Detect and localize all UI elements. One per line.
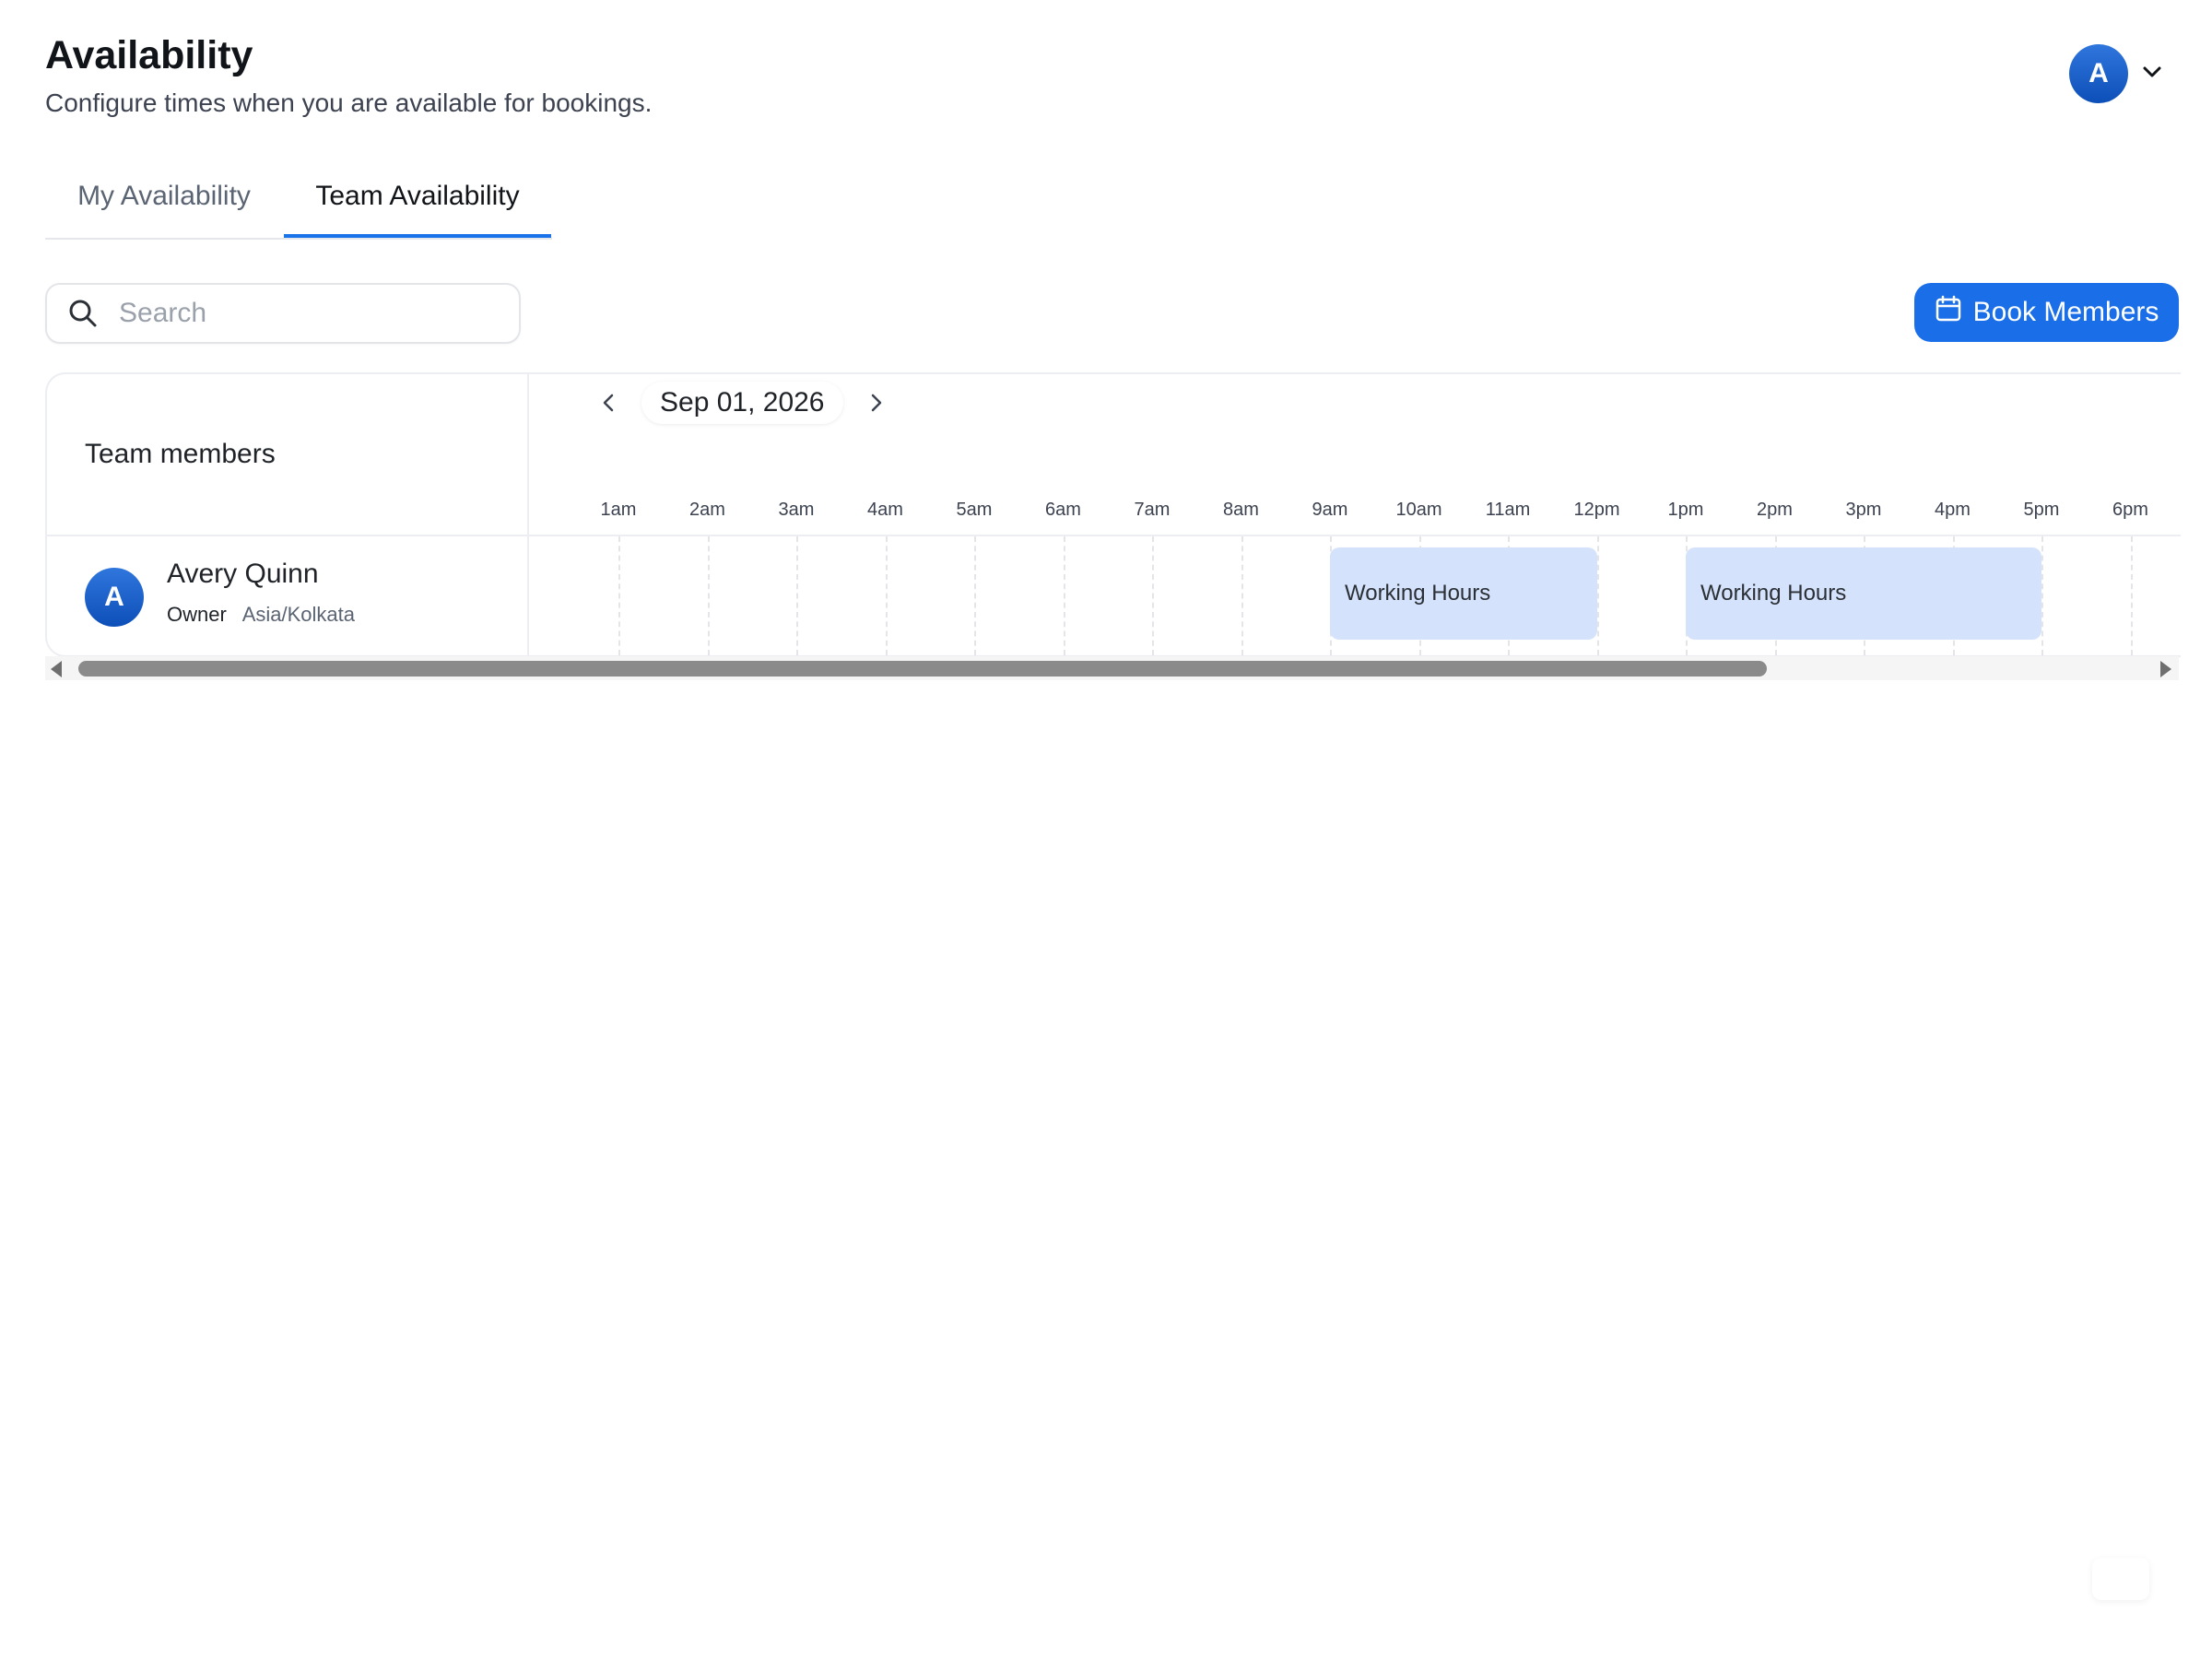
hour-label: 4am — [867, 500, 903, 520]
page-header: Availability Configure times when you ar… — [45, 28, 652, 120]
hour-gridline — [618, 536, 620, 655]
hour-label: 6am — [1045, 500, 1081, 520]
working-hours-block[interactable]: Working Hours — [1686, 547, 2041, 640]
hour-label: 6pm — [2112, 500, 2148, 520]
hour-label: 3am — [778, 500, 815, 520]
scroll-thumb[interactable] — [78, 661, 1767, 677]
members-header-label: Team members — [85, 439, 276, 469]
hour-gridline — [1241, 536, 1243, 655]
search-input[interactable] — [117, 297, 489, 330]
scroll-left-arrow-icon[interactable] — [51, 661, 62, 677]
page-subtitle: Configure times when you are available f… — [45, 88, 653, 117]
availability-grid: Team members A Avery Quinn Owner Asia/Ko… — [45, 372, 2181, 657]
hour-label: 10am — [1395, 500, 1442, 520]
page-title: Availability — [45, 33, 253, 77]
hour-gridline — [2130, 536, 2133, 655]
hour-label: 5pm — [2023, 500, 2060, 520]
timeline: Sep 01, 2026 1am 2am 3am 4am 5am 6am 7am 8am 9am… — [529, 374, 2181, 655]
chevron-down-icon[interactable] — [2141, 65, 2163, 84]
tab-team-availability[interactable]: Team Availability — [284, 166, 551, 238]
hour-gridline — [707, 536, 710, 655]
member-name: Avery Quinn — [167, 559, 319, 589]
member-row[interactable]: A Avery Quinn Owner Asia/Kolkata — [47, 536, 527, 655]
hour-label: 1am — [600, 500, 637, 520]
calendar-icon — [1935, 295, 1962, 330]
avatar[interactable]: A — [2069, 44, 2128, 103]
date-navigator: Sep 01, 2026 — [594, 382, 891, 424]
member-avatar: A — [85, 568, 144, 627]
member-timeline-row: Working Hours Working Hours — [529, 536, 2181, 655]
chevron-left-icon[interactable] — [594, 384, 623, 421]
book-members-button[interactable]: Book Members — [1914, 283, 2179, 342]
hour-label: 8am — [1223, 500, 1259, 520]
scroll-right-arrow-icon[interactable] — [2160, 661, 2171, 677]
hour-gridline — [1152, 536, 1154, 655]
hour-label: 9am — [1312, 500, 1348, 520]
members-column: Team members A Avery Quinn Owner Asia/Ko… — [47, 374, 529, 655]
members-header: Team members — [47, 374, 527, 536]
hour-label: 2am — [689, 500, 725, 520]
hour-label: 2pm — [1757, 500, 1793, 520]
hour-gridline — [796, 536, 798, 655]
horizontal-scrollbar[interactable] — [45, 656, 2179, 680]
chevron-right-icon[interactable] — [862, 384, 891, 421]
current-date[interactable]: Sep 01, 2026 — [641, 382, 843, 424]
hour-gridline — [974, 536, 976, 655]
hour-label: 4pm — [1935, 500, 1971, 520]
hour-label: 12pm — [1573, 500, 1620, 520]
hour-label: 5am — [956, 500, 993, 520]
working-hours-block[interactable]: Working Hours — [1330, 547, 1597, 640]
hour-label: 11am — [1485, 500, 1531, 520]
tab-bar: My Availability Team Availability — [45, 166, 552, 240]
hour-gridline — [885, 536, 888, 655]
hour-label: 1pm — [1667, 500, 1704, 520]
hour-labels-row: 1am 2am 3am 4am 5am 6am 7am 8am 9am 10am 11am 12pm 1… — [529, 488, 2181, 536]
hour-label: 3pm — [1845, 500, 1882, 520]
hour-gridline — [1063, 536, 1065, 655]
chat-widget[interactable] — [2092, 1558, 2149, 1600]
hour-label: 7am — [1134, 500, 1171, 520]
search-icon — [67, 298, 99, 329]
member-role: Owner — [167, 603, 227, 626]
tab-my-availability[interactable]: My Availability — [45, 166, 283, 236]
member-timezone: Asia/Kolkata — [241, 603, 355, 626]
member-meta: Owner Asia/Kolkata — [167, 603, 355, 627]
hour-gridline — [2041, 536, 2043, 655]
book-members-label: Book Members — [1972, 297, 2159, 327]
user-menu[interactable]: A — [2069, 44, 2163, 103]
hour-gridline — [1596, 536, 1599, 655]
search-box[interactable] — [45, 283, 521, 344]
